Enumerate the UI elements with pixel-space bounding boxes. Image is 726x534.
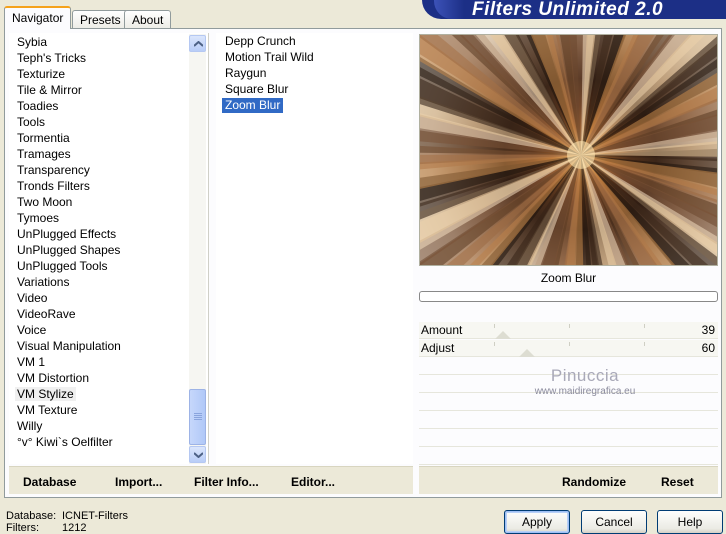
chevron-down-icon (194, 452, 203, 458)
filter-item[interactable]: Depp Crunch (222, 34, 299, 49)
progress-bar (419, 291, 718, 302)
category-item[interactable]: Visual Manipulation (15, 339, 123, 353)
app-title: Filters Unlimited 2.0 (472, 0, 664, 19)
preview-image (419, 34, 718, 266)
randomize-button[interactable]: Randomize (562, 475, 626, 489)
reset-button[interactable]: Reset (661, 475, 694, 489)
category-item[interactable]: VM Stylize (15, 387, 76, 401)
slider-amount-label: Amount (421, 323, 463, 337)
slider-adjust-label: Adjust (421, 341, 455, 355)
category-item[interactable]: °v° Kiwi`s Oelfilter (15, 435, 115, 449)
category-item[interactable]: VM Texture (15, 403, 79, 417)
scroll-up-button[interactable] (189, 35, 206, 52)
help-button[interactable]: Help (657, 510, 723, 534)
cancel-button[interactable]: Cancel (581, 510, 647, 534)
slider-amount[interactable]: Amount 39 (419, 322, 718, 339)
category-item[interactable]: Video (15, 291, 49, 305)
category-item[interactable]: VM Distortion (15, 371, 91, 385)
chevron-up-icon (194, 41, 203, 47)
filter-item[interactable]: Square Blur (222, 82, 291, 97)
category-scrollbar[interactable] (189, 34, 206, 464)
category-item[interactable]: Texturize (15, 67, 67, 81)
category-item[interactable]: VideoRave (15, 307, 78, 321)
slider-amount-value: 39 (701, 323, 715, 337)
apply-button[interactable]: Apply (504, 510, 570, 534)
slider-adjust[interactable]: Adjust 60 (419, 340, 718, 357)
app-title-banner: Filters Unlimited 2.0 (422, 0, 726, 19)
category-item[interactable]: Tormentia (15, 131, 72, 145)
filter-item[interactable]: Zoom Blur (222, 98, 284, 113)
database-button[interactable]: Database (23, 475, 76, 489)
category-item[interactable]: Toadies (15, 99, 60, 113)
empty-slider-row (419, 448, 718, 465)
scroll-thumb[interactable] (189, 389, 206, 445)
preview-center-glow (567, 141, 595, 169)
filters-count-value: 1212 (62, 522, 87, 534)
tab-about[interactable]: About (124, 10, 172, 29)
category-item[interactable]: Sybia (15, 35, 49, 49)
filter-item[interactable]: Motion Trail Wild (222, 50, 317, 65)
slider-adjust-thumb[interactable] (519, 349, 535, 357)
category-item[interactable]: Tramages (15, 147, 73, 161)
filter-item[interactable]: Raygun (222, 66, 269, 81)
category-item[interactable]: UnPlugged Shapes (15, 243, 122, 257)
empty-slider-row (419, 412, 718, 429)
category-item[interactable]: Teph's Tricks (15, 51, 88, 65)
slider-amount-thumb[interactable] (495, 331, 511, 339)
filter-info-button[interactable]: Filter Info... (194, 475, 259, 489)
filter-list[interactable]: Depp Crunch Motion Trail Wild Raygun Square… (216, 33, 413, 464)
empty-slider-row (419, 430, 718, 447)
category-item[interactable]: UnPlugged Tools (15, 259, 110, 273)
category-item[interactable]: UnPlugged Effects (15, 227, 118, 241)
database-label: Database: (6, 510, 57, 522)
category-item[interactable]: Tronds Filters (15, 179, 92, 193)
category-item[interactable]: Transparency (15, 163, 92, 177)
category-item[interactable]: Willy (15, 419, 44, 433)
category-item[interactable]: Two Moon (15, 195, 74, 209)
tab-navigator[interactable]: Navigator (4, 6, 72, 29)
filters-count-label: Filters: (6, 522, 39, 534)
category-item[interactable]: Tile & Mirror (15, 83, 84, 97)
category-item[interactable]: Tymoes (15, 211, 61, 225)
category-item[interactable]: Voice (15, 323, 48, 337)
import-button[interactable]: Import... (115, 475, 162, 489)
editor-button[interactable]: Editor... (291, 475, 335, 489)
tab-presets[interactable]: Presets (72, 10, 129, 29)
watermark-name: Pinuccia (550, 366, 620, 385)
preview-filter-name: Zoom Blur (540, 271, 597, 285)
scroll-down-button[interactable] (189, 446, 206, 463)
navigator-toolbar: Database Import... Filter Info... Editor… (9, 466, 413, 494)
category-item[interactable]: Tools (15, 115, 47, 129)
database-value: ICNET-Filters (62, 510, 128, 522)
zoom-blur-preview-art (420, 35, 717, 265)
status-area: Database: ICNET-Filters Filters: 1212 (6, 510, 128, 534)
category-item[interactable]: VM 1 (15, 355, 47, 369)
watermark-url: www.maidiregrafica.eu (534, 386, 636, 397)
category-list[interactable]: Sybia Teph's Tricks Texturize Tile & Mirror… (9, 33, 209, 464)
preview-toolbar: Randomize Reset (419, 466, 718, 494)
slider-adjust-value: 60 (701, 341, 715, 355)
category-item[interactable]: Variations (15, 275, 71, 289)
